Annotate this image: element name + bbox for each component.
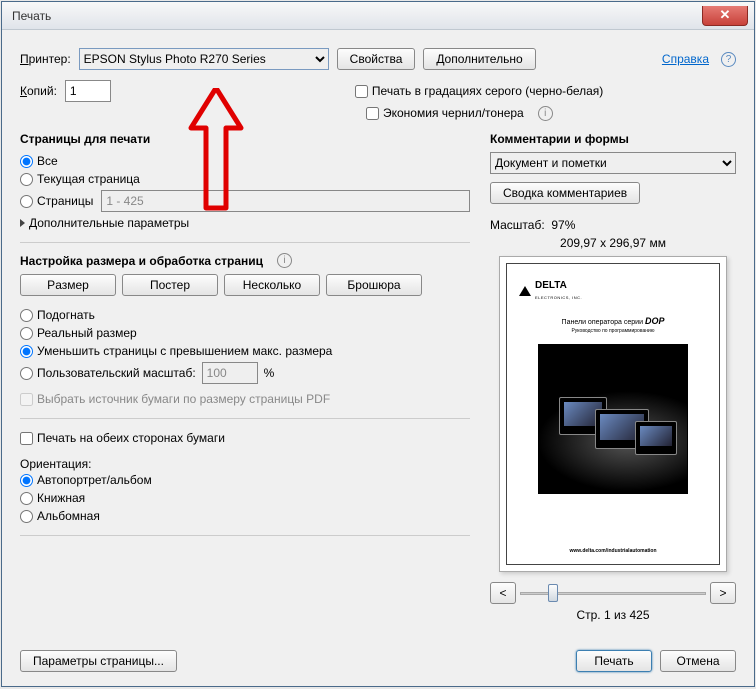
orient-portrait-row[interactable]: Книжная: [20, 489, 470, 507]
page-setup-button[interactable]: Параметры страницы...: [20, 650, 177, 672]
pages-current-radio[interactable]: [20, 173, 33, 186]
preview-url: www.delta.com/industrialautomation: [569, 548, 656, 554]
copies-label: Копий:: [20, 84, 57, 98]
copies-input[interactable]: [65, 80, 111, 102]
actual-size-row[interactable]: Реальный размер: [20, 324, 470, 342]
triangle-icon: [519, 286, 531, 296]
close-button[interactable]: ✕: [702, 6, 748, 26]
poster-button[interactable]: Постер: [122, 274, 218, 296]
ink-economy-checkbox[interactable]: [366, 107, 379, 120]
paper-dimensions: 209,97 x 296,97 мм: [490, 236, 736, 250]
preview-doc-title: Панели оператора серии DOP: [562, 316, 665, 326]
fit-radio[interactable]: [20, 309, 33, 322]
delta-logo: DELTA ELECTRONICS, INC.: [519, 280, 582, 302]
booklet-button[interactable]: Брошюра: [326, 274, 422, 296]
custom-scale-row[interactable]: Пользовательский масштаб: %: [20, 360, 470, 386]
comments-dropdown[interactable]: Документ и пометки: [490, 152, 736, 174]
chevron-left-icon: <: [499, 586, 506, 600]
comments-summary-button[interactable]: Сводка комментариев: [490, 182, 640, 204]
duplex-checkbox[interactable]: [20, 432, 33, 445]
printer-dropdown[interactable]: EPSON Stylus Photo R270 Series: [79, 48, 329, 70]
choose-source-row: Выбрать источник бумаги по размеру стран…: [20, 390, 470, 408]
fit-row[interactable]: Подогнать: [20, 306, 470, 324]
prev-page-button[interactable]: <: [490, 582, 516, 604]
slider-thumb[interactable]: [548, 584, 558, 602]
zoom-slider[interactable]: [520, 586, 706, 600]
grayscale-checkbox[interactable]: [355, 85, 368, 98]
more-options-expander[interactable]: Дополнительные параметры: [20, 214, 470, 232]
size-button[interactable]: Размер: [20, 274, 116, 296]
chevron-right-icon: >: [719, 586, 726, 600]
info-icon[interactable]: i: [538, 106, 553, 121]
advanced-button[interactable]: Дополнительно: [423, 48, 535, 70]
pages-range-input: [101, 190, 470, 212]
printer-label: Принтер:: [20, 52, 71, 66]
close-icon: ✕: [720, 7, 731, 23]
chevron-right-icon: [20, 219, 25, 227]
scale-value: 97%: [551, 218, 575, 232]
choose-source-checkbox: [20, 393, 33, 406]
custom-scale-input: [202, 362, 258, 384]
page-counter: Стр. 1 из 425: [490, 608, 736, 622]
actual-size-radio[interactable]: [20, 327, 33, 340]
print-button[interactable]: Печать: [576, 650, 652, 672]
ink-checkbox-row[interactable]: Экономия чернил/тонера: [366, 104, 524, 122]
orient-landscape-row[interactable]: Альбомная: [20, 507, 470, 525]
pages-section-title: Страницы для печати: [20, 132, 470, 146]
grayscale-checkbox-row[interactable]: Печать в градациях серого (черно-белая): [355, 82, 603, 100]
print-preview: DELTA ELECTRONICS, INC. Панели оператора…: [499, 256, 727, 572]
preview-doc-subtitle: Руководство по программированию: [571, 328, 654, 334]
help-icon[interactable]: ?: [721, 52, 736, 67]
titlebar: Печать ✕: [2, 2, 754, 30]
print-dialog: Печать ✕ Принтер: EPSON Stylus Photo R27…: [1, 1, 755, 687]
duplex-row[interactable]: Печать на обеих сторонах бумаги: [20, 429, 470, 447]
orientation-label: Ориентация:: [20, 457, 470, 471]
orient-auto-row[interactable]: Автопортрет/альбом: [20, 471, 470, 489]
preview-image: [538, 344, 688, 494]
multiple-button[interactable]: Несколько: [224, 274, 320, 296]
properties-button[interactable]: Свойства: [337, 48, 416, 70]
window-title: Печать: [12, 9, 51, 23]
orient-landscape-radio[interactable]: [20, 510, 33, 523]
help-link[interactable]: Справка: [662, 52, 709, 66]
custom-scale-radio[interactable]: [20, 367, 33, 380]
orient-portrait-radio[interactable]: [20, 492, 33, 505]
orient-auto-radio[interactable]: [20, 474, 33, 487]
info-icon[interactable]: i: [277, 253, 292, 268]
pages-range-radio[interactable]: [20, 195, 33, 208]
pages-all-radio[interactable]: [20, 155, 33, 168]
shrink-radio[interactable]: [20, 345, 33, 358]
sizing-section-title: Настройка размера и обработка страниц: [20, 254, 263, 268]
comments-section-title: Комментарии и формы: [490, 132, 736, 146]
next-page-button[interactable]: >: [710, 582, 736, 604]
scale-label: Масштаб:: [490, 218, 545, 232]
cancel-button[interactable]: Отмена: [660, 650, 736, 672]
pages-all-row[interactable]: Все: [20, 152, 470, 170]
shrink-row[interactable]: Уменьшить страницы с превышением макс. р…: [20, 342, 470, 360]
pages-current-row[interactable]: Текущая страница: [20, 170, 470, 188]
pages-range-row[interactable]: Страницы: [20, 188, 470, 214]
